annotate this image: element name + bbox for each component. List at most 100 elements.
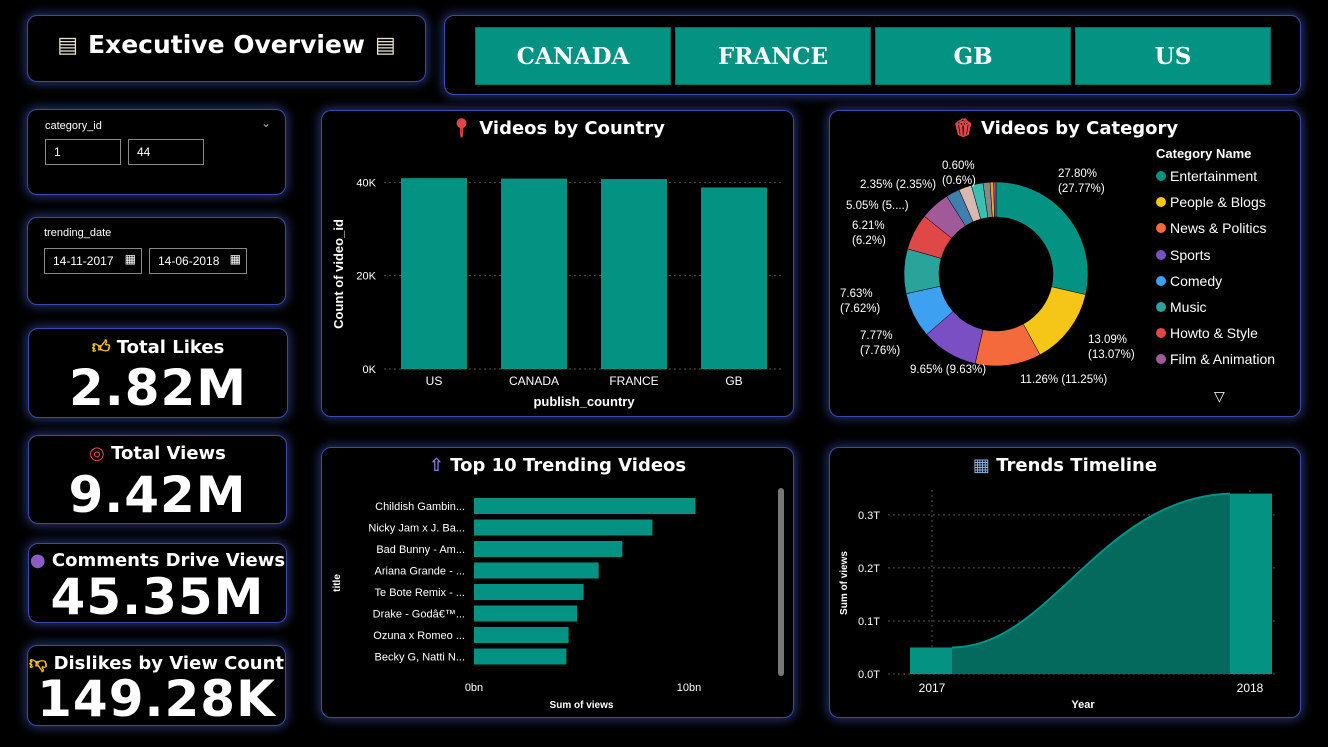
- bar: [474, 541, 623, 557]
- y-tick-label: Childish Gambin...: [375, 501, 465, 513]
- y-tick-label: 0.1T: [858, 616, 880, 628]
- legend-item[interactable]: Film & Animation: [1156, 351, 1275, 367]
- kpi-comments-value: 45.35M: [50, 568, 265, 626]
- country-bar-chart: 0K 20K 40K US CANADA FRANCE GB publish_country C…: [331, 177, 784, 409]
- data-label: 9.65% (9.63%): [910, 364, 986, 376]
- data-label: 27.80%: [1058, 168, 1097, 180]
- top10-trending-panel: ⇧ Top 10 Trending Videos Childish Gambin…: [321, 447, 794, 718]
- tab-gb[interactable]: GB: [875, 27, 1071, 85]
- bar: [474, 562, 599, 579]
- kpi-dislikes-value: 149.28K: [37, 670, 276, 728]
- category-filter-panel: category_id ⌄ 1 44: [27, 109, 286, 195]
- bar-2017: [910, 647, 952, 674]
- legend-title: Category Name: [1156, 146, 1252, 161]
- legend-item[interactable]: News & Politics: [1156, 220, 1266, 236]
- triangle-down-icon[interactable]: ▽: [1214, 388, 1225, 405]
- legend-label: Music: [1170, 299, 1207, 315]
- chevron-down-icon[interactable]: ⌄: [261, 116, 271, 130]
- date-filter-panel: trending_date 14-11-2017 ▦ 14-06-2018 ▦: [27, 217, 286, 305]
- scrollbar[interactable]: [778, 488, 784, 676]
- end-date-input[interactable]: 14-06-2018 ▦: [149, 248, 247, 274]
- legend-dot: [1156, 223, 1166, 234]
- bar: [501, 178, 567, 369]
- legend-item[interactable]: Music: [1156, 299, 1207, 315]
- pie-slice: [995, 181, 1089, 295]
- x-tick-label: FRANCE: [609, 374, 658, 388]
- legend-item[interactable]: Howto & Style: [1156, 325, 1258, 341]
- x-tick-label: 10bn: [677, 682, 701, 694]
- y-axis-label: Sum of views: [839, 551, 850, 615]
- kpi-total-likes: 👍︎ Total Likes 2.82M: [28, 328, 288, 418]
- bar-2018: [1230, 493, 1272, 674]
- legend-label: Sports: [1170, 246, 1211, 263]
- bar: [474, 498, 696, 514]
- calendar-icon[interactable]: ▦: [230, 252, 241, 266]
- category-min-input[interactable]: 1: [45, 139, 121, 165]
- y-tick-label: 0.3T: [858, 510, 880, 522]
- y-tick-label: 40K: [356, 177, 376, 189]
- kpi-likes-title-row: 👍︎ Total Likes: [29, 336, 287, 358]
- x-axis-label: Year: [1071, 699, 1095, 711]
- y-tick-label: 0.0T: [858, 669, 880, 681]
- data-label: 13.09%: [1088, 334, 1127, 346]
- end-date-value: 14-06-2018: [158, 254, 220, 268]
- data-label: (6.2%): [852, 235, 886, 247]
- data-label: 5.05% (5....): [846, 200, 909, 212]
- scroll-icon: ▤: [375, 31, 396, 57]
- data-label: (27.77%): [1058, 183, 1105, 195]
- x-tick-label: GB: [725, 374, 742, 388]
- kpi-views-title-row: ◎ Total Views: [29, 443, 286, 464]
- legend-label: People & Blogs: [1170, 194, 1266, 211]
- videos-by-category-panel: 🍿︎ Videos by Category 27.80% (27.77%) 13.0…: [829, 110, 1301, 417]
- tab-france[interactable]: FRANCE: [675, 27, 871, 85]
- y-tick-label: Nicky Jam x J. Ba...: [368, 523, 465, 535]
- y-tick-label: Ariana Grande - ...: [375, 566, 466, 578]
- kpi-dislikes: 👎︎ Dislikes by View Count 149.28K: [27, 645, 286, 728]
- legend-dot: [1156, 197, 1166, 208]
- legend-label: Entertainment: [1170, 168, 1258, 184]
- start-date-input[interactable]: 14-11-2017 ▦: [44, 248, 142, 274]
- header-title-panel: ▤ Executive Overview ▤: [27, 15, 426, 82]
- bar: [474, 627, 569, 643]
- scroll-icon: ▤: [57, 31, 78, 57]
- kpi-total-views: ◎ Total Views 9.42M: [28, 435, 287, 524]
- data-label: 11.26% (11.25%): [1020, 374, 1107, 386]
- y-tick-label: Ozuna x Romeo ...: [373, 630, 465, 642]
- legend-item[interactable]: Sports: [1156, 247, 1210, 263]
- calendar-icon[interactable]: ▦: [125, 252, 136, 266]
- tab-us[interactable]: US: [1075, 27, 1271, 85]
- bar: [601, 179, 667, 369]
- trends-timeline-panel: ▦ Trends Timeline 0.0T 0.1T 0.2T 0.3T 2017 20…: [829, 447, 1301, 718]
- bar: [474, 605, 578, 622]
- category-max-input[interactable]: 44: [128, 139, 204, 165]
- data-label: (7.62%): [840, 303, 880, 315]
- legend-dot: [1156, 171, 1166, 181]
- country-tabs-panel: CANADA FRANCE GB US: [444, 15, 1301, 95]
- page-title: Executive Overview: [87, 30, 365, 59]
- kpi-views-value: 9.42M: [68, 466, 247, 524]
- y-tick-label: Becky G, Natti N...: [375, 652, 465, 664]
- data-label: 7.77%: [860, 330, 893, 342]
- y-tick-label: 0.2T: [858, 563, 880, 575]
- x-axis-label: Sum of views: [550, 700, 614, 711]
- top10-bar-chart: Childish Gambin... Nicky Jam x J. Ba... Ba…: [332, 498, 701, 711]
- y-tick-label: 20K: [356, 271, 376, 283]
- legend-label: Howto & Style: [1170, 325, 1258, 342]
- data-label: (0.6%): [942, 175, 976, 187]
- legend-item[interactable]: People & Blogs: [1156, 194, 1266, 210]
- category-filter-label: category_id: [45, 120, 102, 132]
- legend-item[interactable]: Comedy: [1156, 273, 1222, 289]
- bar: [474, 584, 584, 600]
- y-axis-label: Count of video_id: [331, 219, 346, 329]
- category-legend: Category Name Entertainment People & Blog…: [1156, 146, 1300, 406]
- videos-by-country-panel: 📍︎ Videos by Country 0K 20K 40K US CANADA FRA…: [321, 110, 794, 417]
- legend-item[interactable]: Entertainment: [1156, 168, 1257, 184]
- x-tick-label: 2018: [1237, 681, 1264, 695]
- legend-dot: [1156, 354, 1166, 365]
- y-tick-label: Te Bote Remix - ...: [375, 587, 465, 599]
- legend-dot: [1156, 302, 1166, 312]
- bar: [701, 187, 767, 369]
- tab-canada[interactable]: CANADA: [475, 27, 671, 85]
- start-date-value: 14-11-2017: [53, 254, 114, 268]
- timeline-area-chart: 0.0T 0.1T 0.2T 0.3T 2017 2018 Year Sum of views: [839, 490, 1278, 711]
